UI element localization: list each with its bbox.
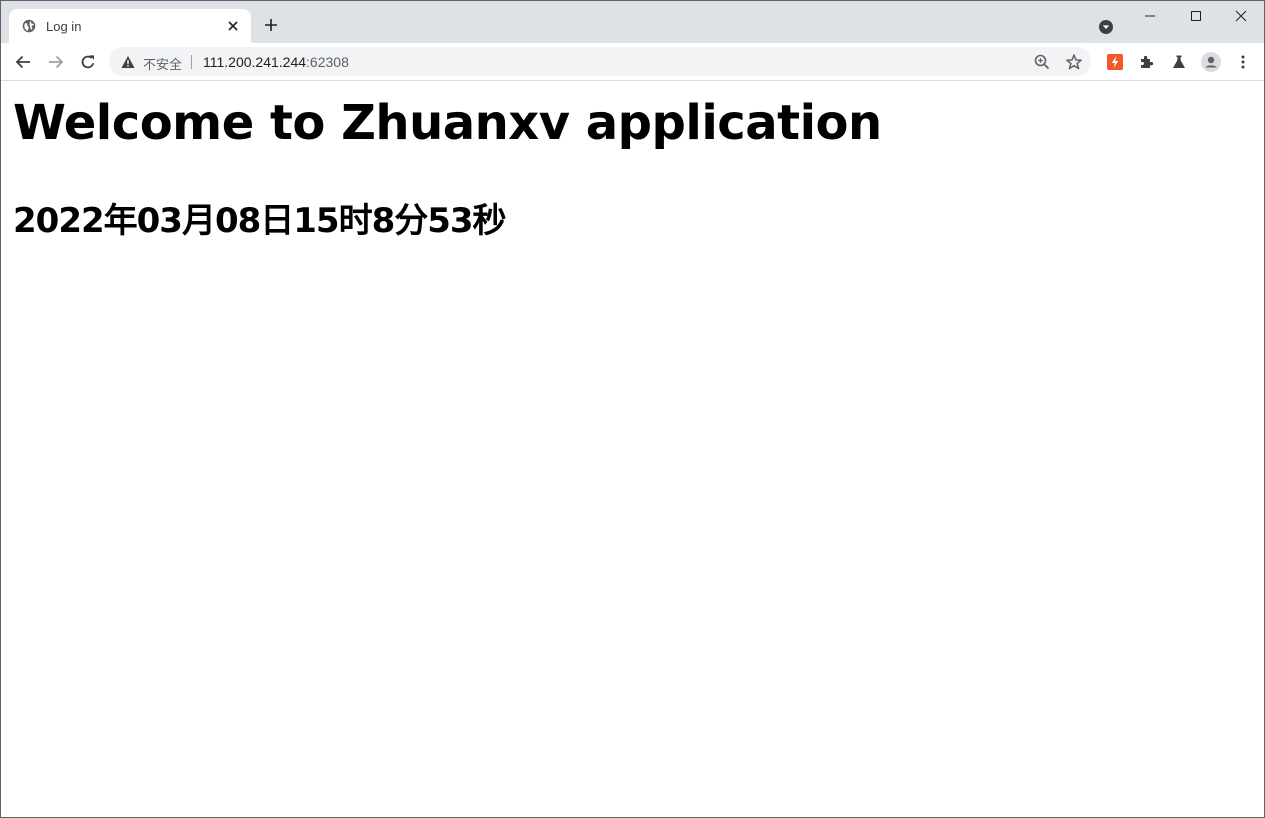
zoom-magnifier-icon[interactable] bbox=[1033, 53, 1051, 71]
page-content: Welcome to Zhuanxv application 2022年03月0… bbox=[1, 81, 1264, 817]
extensions-puzzle-icon[interactable] bbox=[1137, 52, 1157, 72]
url-host: 111.200.241.244 bbox=[203, 54, 307, 70]
tab-log-in[interactable]: Log in bbox=[9, 9, 251, 43]
forward-arrow-icon[interactable] bbox=[46, 52, 66, 72]
maximize-icon[interactable] bbox=[1173, 1, 1219, 31]
not-secure-label[interactable]: 不安全 bbox=[143, 54, 182, 73]
tab-search-chevron-icon[interactable] bbox=[1097, 18, 1115, 36]
tab-title: Log in bbox=[46, 19, 82, 34]
back-arrow-icon[interactable] bbox=[13, 52, 33, 72]
globe-icon bbox=[22, 19, 36, 33]
warning-triangle-icon[interactable] bbox=[121, 55, 135, 69]
extension-lightning-icon[interactable] bbox=[1105, 52, 1125, 72]
window-close-icon[interactable] bbox=[1218, 1, 1264, 31]
labs-flask-icon[interactable] bbox=[1169, 52, 1189, 72]
tab-close-icon[interactable] bbox=[225, 18, 241, 34]
bookmark-star-icon[interactable] bbox=[1065, 53, 1083, 71]
more-menu-icon[interactable] bbox=[1233, 52, 1253, 72]
omnibox-separator bbox=[191, 55, 192, 69]
browser-window: Log in 不安全 111.200.241.244:62308 Welcome… bbox=[0, 0, 1265, 818]
url-text[interactable]: 111.200.241.244:62308 bbox=[203, 54, 349, 70]
page-heading: Welcome to Zhuanxv application bbox=[13, 95, 882, 151]
minimize-icon[interactable] bbox=[1127, 1, 1173, 31]
address-bar[interactable]: 不安全 111.200.241.244:62308 bbox=[109, 47, 1091, 76]
reload-icon[interactable] bbox=[78, 52, 98, 72]
datetime-display: 2022年03月08日15时8分53秒 bbox=[13, 201, 507, 241]
browser-toolbar: 不安全 111.200.241.244:62308 bbox=[1, 43, 1264, 81]
profile-avatar-icon[interactable] bbox=[1201, 52, 1221, 72]
new-tab-plus-icon[interactable] bbox=[261, 15, 281, 35]
url-port: :62308 bbox=[306, 54, 349, 70]
tab-strip: Log in bbox=[1, 1, 1264, 43]
